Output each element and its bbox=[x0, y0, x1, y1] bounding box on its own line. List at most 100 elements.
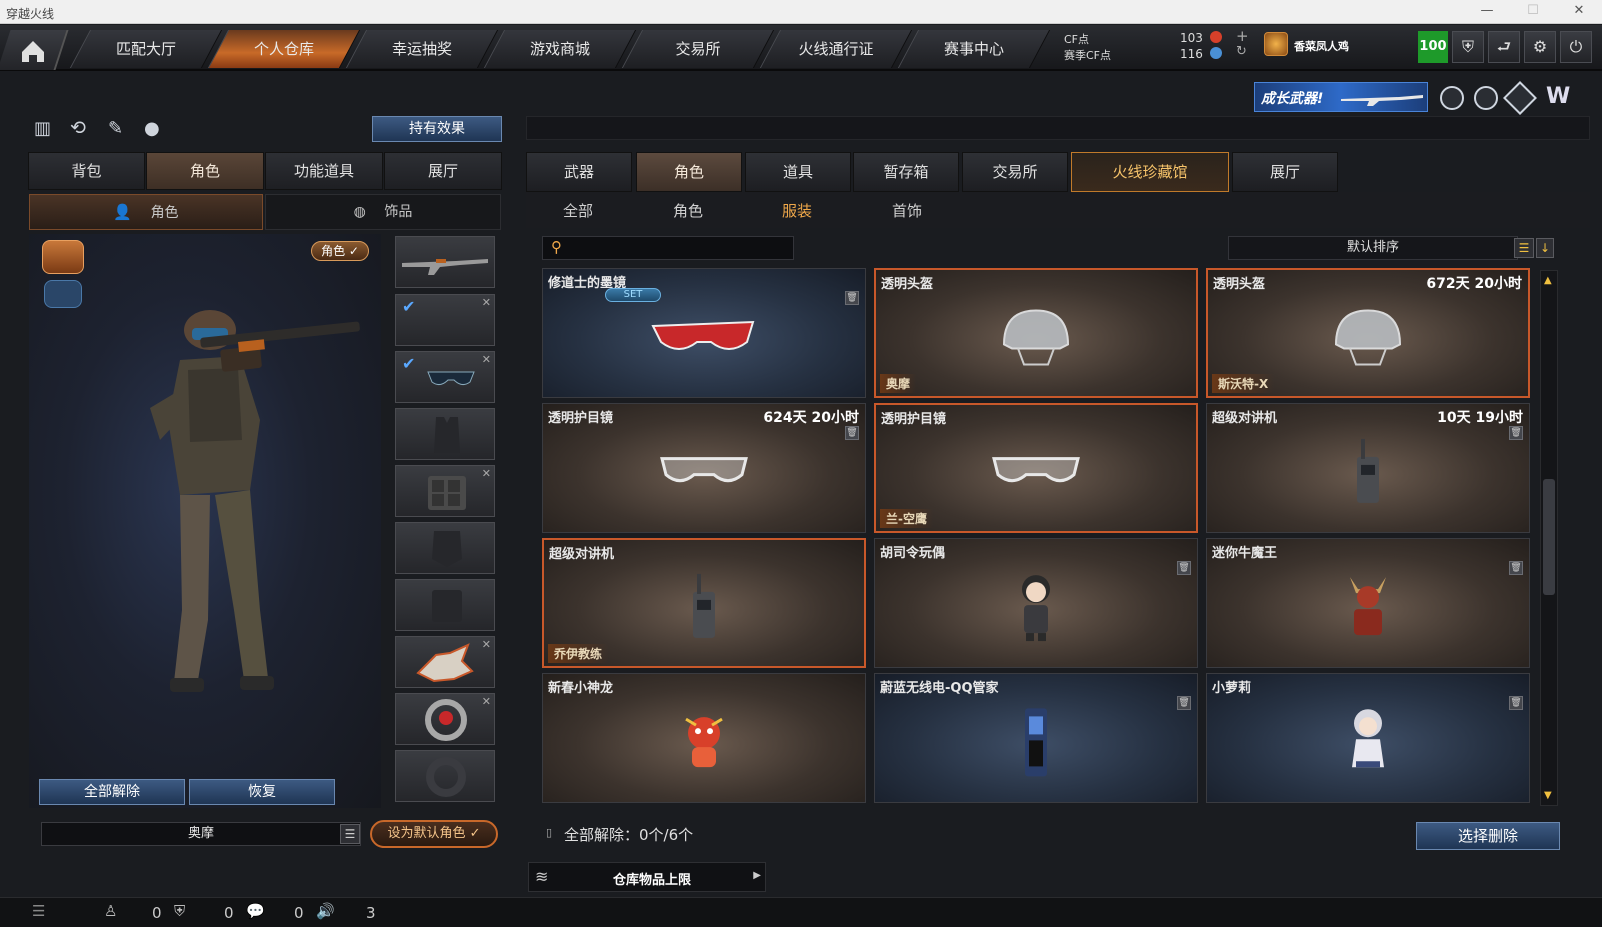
slot-weapon[interactable] bbox=[395, 236, 495, 288]
rank-avatar-icon[interactable] bbox=[1264, 32, 1288, 56]
subtab-character[interactable]: 👤 角色 bbox=[29, 194, 263, 230]
slot-pet-wolf[interactable]: ✕ bbox=[395, 636, 495, 688]
badge-icon[interactable] bbox=[1503, 81, 1537, 115]
category-tab-3[interactable]: 首饰 bbox=[892, 200, 922, 221]
scrollbar[interactable]: ▲ ▼ bbox=[1540, 270, 1558, 806]
nav-tab-1[interactable]: 个人仓库 bbox=[207, 30, 361, 68]
category-tab-2[interactable]: 服装 bbox=[782, 200, 812, 221]
right-tab-5[interactable]: 火线珍藏馆 bbox=[1071, 152, 1229, 192]
subtab-accessory[interactable]: ◍ 饰品 bbox=[265, 194, 501, 230]
slot-bracelet[interactable] bbox=[395, 750, 495, 802]
slot-vest[interactable] bbox=[395, 408, 495, 460]
item-card[interactable]: 新春小神龙 bbox=[542, 673, 866, 803]
slot-ring[interactable]: ✕ bbox=[395, 693, 495, 745]
username[interactable]: 香菜凤人鸡 bbox=[1294, 38, 1349, 54]
remove-icon[interactable]: ✕ bbox=[482, 638, 491, 651]
trash-icon[interactable]: 🗑 bbox=[1509, 696, 1523, 710]
restore-button[interactable]: 恢复 bbox=[189, 779, 335, 805]
right-tab-4[interactable]: 交易所 bbox=[962, 152, 1068, 192]
trash-icon[interactable]: 🗑 bbox=[1509, 426, 1523, 440]
right-tab-3[interactable]: 暂存箱 bbox=[853, 152, 959, 192]
left-tab-2[interactable]: 功能道具 bbox=[265, 152, 383, 190]
faction-icon[interactable] bbox=[42, 240, 84, 274]
maximize-icon[interactable]: ☐ bbox=[1518, 3, 1548, 21]
left-tab-3[interactable]: 展厅 bbox=[384, 152, 502, 190]
slot-armor[interactable] bbox=[395, 522, 495, 574]
close-icon[interactable]: ✕ bbox=[1564, 3, 1594, 21]
trash-icon[interactable]: 🗑 bbox=[1177, 696, 1191, 710]
globe-icon[interactable] bbox=[1474, 86, 1498, 110]
gear-icon[interactable]: ⚙ bbox=[1524, 31, 1556, 63]
slot-pants[interactable] bbox=[395, 579, 495, 631]
warehouse-limit-bar[interactable]: ≋ 仓库物品上限 ▶ bbox=[528, 862, 766, 892]
expand-icon[interactable]: ▶ bbox=[753, 870, 761, 881]
item-card[interactable]: 透明头盔 672天 20小时 斯沃特-X bbox=[1206, 268, 1530, 398]
return-icon[interactable]: ⮐ bbox=[1488, 31, 1520, 63]
set-default-character-button[interactable]: 设为默认角色 ✓ bbox=[370, 820, 498, 848]
speaker-icon[interactable]: 🔊 bbox=[316, 902, 335, 920]
friends-icon[interactable]: ♙ bbox=[104, 902, 117, 920]
category-tab-0[interactable]: 全部 bbox=[563, 200, 593, 221]
hold-effect-button[interactable]: 持有效果 bbox=[372, 116, 502, 142]
remove-icon[interactable]: ✕ bbox=[482, 296, 491, 309]
character-name-field[interactable]: 奥摩 bbox=[41, 822, 361, 846]
right-tab-6[interactable]: 展厅 bbox=[1232, 152, 1338, 192]
item-card[interactable]: 胡司令玩偶 🗑 bbox=[874, 538, 1198, 668]
chart-icon[interactable]: ▥ bbox=[34, 118, 51, 139]
slot-glasses[interactable]: ✕ ✔ bbox=[395, 351, 495, 403]
scroll-thumb[interactable] bbox=[1543, 479, 1555, 595]
nav-tab-3[interactable]: 游戏商城 bbox=[483, 30, 637, 68]
item-card[interactable]: 透明护目镜 624天 20小时 🗑 bbox=[542, 403, 866, 533]
add-cf-icon[interactable]: + bbox=[1236, 27, 1249, 45]
scroll-down-icon[interactable]: ▼ bbox=[1544, 790, 1552, 801]
trash-icon[interactable]: 🗑 bbox=[1509, 561, 1523, 575]
grenade-icon[interactable]: ● bbox=[144, 118, 160, 139]
trash-icon[interactable]: 🗑 bbox=[845, 291, 859, 305]
nav-tab-4[interactable]: 交易所 bbox=[621, 30, 775, 68]
remove-icon[interactable]: ✕ bbox=[482, 467, 491, 480]
power-icon[interactable]: ⏻ bbox=[1560, 31, 1592, 63]
role-badge[interactable]: 角色 ✓ bbox=[311, 241, 369, 261]
slot-pouch[interactable]: ✕ bbox=[395, 465, 495, 517]
remove-icon[interactable]: ✕ bbox=[482, 695, 491, 708]
item-card[interactable]: 超级对讲机 10天 19小时 🗑 bbox=[1206, 403, 1530, 533]
item-card[interactable]: 超级对讲机 乔伊教练 bbox=[542, 538, 866, 668]
character-edit-icon[interactable]: ✎ bbox=[108, 118, 123, 139]
rotate-icon[interactable]: ⟲ bbox=[70, 117, 86, 139]
nav-tab-2[interactable]: 幸运抽奖 bbox=[345, 30, 499, 68]
category-tab-1[interactable]: 角色 bbox=[673, 200, 703, 221]
item-card[interactable]: 透明头盔 奥摩 bbox=[874, 268, 1198, 398]
trash-icon[interactable]: 🗑 bbox=[1177, 561, 1191, 575]
release-all-button[interactable]: 全部解除 bbox=[39, 779, 185, 805]
right-tab-1[interactable]: 角色 bbox=[636, 152, 742, 192]
select-delete-button[interactable]: 选择删除 bbox=[1416, 822, 1560, 850]
sort-dropdown[interactable]: 默认排序 bbox=[1228, 236, 1518, 260]
shield-icon[interactable]: ⛨ bbox=[1452, 31, 1484, 63]
level-badge[interactable]: 100 bbox=[1418, 31, 1448, 63]
item-card[interactable]: 迷你牛魔王 🗑 bbox=[1206, 538, 1530, 668]
growth-weapon-banner[interactable]: 成长武器! bbox=[1254, 82, 1428, 112]
left-tab-0[interactable]: 背包 bbox=[28, 152, 145, 190]
chat-icon[interactable]: 💬 bbox=[246, 902, 265, 920]
nav-tab-0[interactable]: 匹配大厅 bbox=[69, 30, 223, 68]
refresh-icon[interactable]: ↻ bbox=[1236, 44, 1247, 59]
list-icon[interactable]: ☰ bbox=[340, 824, 360, 844]
menu-icon[interactable]: ☰ bbox=[32, 902, 45, 920]
faction-alt-icon[interactable] bbox=[44, 280, 82, 308]
item-card[interactable]: 蔚蓝无线电-QQ管家 🗑 bbox=[874, 673, 1198, 803]
wings-icon[interactable]: W bbox=[1546, 84, 1570, 109]
scroll-up-icon[interactable]: ▲ bbox=[1544, 275, 1552, 286]
right-tab-0[interactable]: 武器 bbox=[526, 152, 632, 192]
minimize-icon[interactable]: — bbox=[1472, 3, 1502, 21]
emblem-icon[interactable] bbox=[1440, 86, 1464, 110]
item-card[interactable]: 小萝莉 🗑 bbox=[1206, 673, 1530, 803]
nav-tab-6[interactable]: 赛事中心 bbox=[897, 30, 1051, 68]
clan-icon[interactable]: ⛨ bbox=[174, 902, 185, 920]
list-view-icon[interactable]: ☰ bbox=[1514, 238, 1534, 258]
remove-icon[interactable]: ✕ bbox=[482, 353, 491, 366]
item-card[interactable]: 修道士的墨镜 🗑 SET bbox=[542, 268, 866, 398]
left-tab-1[interactable]: 角色 bbox=[146, 152, 264, 190]
trash-icon[interactable]: 🗑 bbox=[845, 426, 859, 440]
right-tab-2[interactable]: 道具 bbox=[745, 152, 851, 192]
search-input[interactable]: ⚲ bbox=[542, 236, 794, 260]
